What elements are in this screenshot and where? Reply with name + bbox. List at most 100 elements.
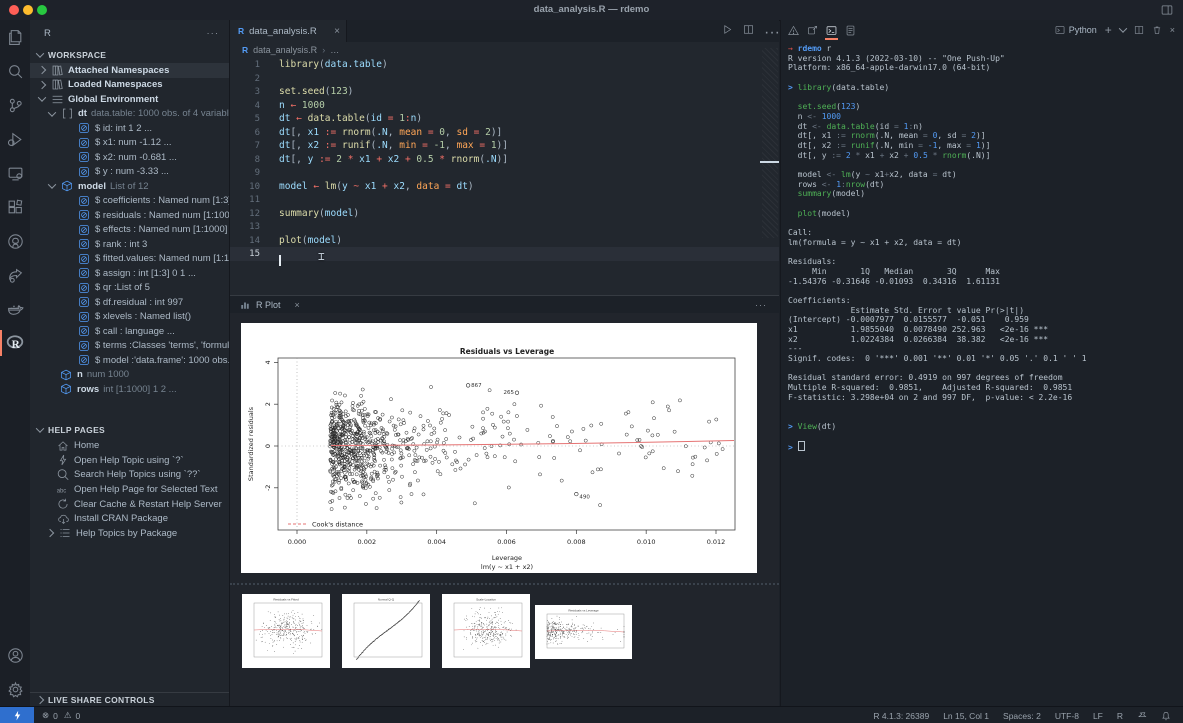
terminal-token: )] bbox=[976, 131, 986, 140]
live-share-section-header[interactable]: LIVE SHARE CONTROLS bbox=[30, 692, 229, 706]
tree-item[interactable]: $ rank : int 3 bbox=[30, 237, 229, 252]
customize-layout-icon[interactable] bbox=[1161, 4, 1173, 16]
indentation-status[interactable]: Spaces: 2 bbox=[1003, 711, 1041, 721]
cursor-position-status[interactable]: Ln 15, Col 1 bbox=[943, 711, 989, 721]
help-item[interactable]: Search Help Topics using `??` bbox=[30, 468, 229, 483]
terminal-line: → rdemo r bbox=[788, 44, 1183, 54]
help-pages-section-header[interactable]: HELP PAGES bbox=[30, 422, 229, 439]
tree-item[interactable]: $ effects : Named num [1:1000] -1.... bbox=[30, 223, 229, 238]
tab-close-icon[interactable]: × bbox=[334, 26, 340, 37]
plot-thumbnail-2[interactable]: Normal Q-Q bbox=[342, 594, 430, 668]
tree-item[interactable]: $ model :'data.frame': 1000 obs. of... bbox=[30, 353, 229, 368]
terminal-line bbox=[788, 92, 1183, 102]
activity-search-icon[interactable] bbox=[0, 54, 30, 88]
code-token: lm bbox=[325, 181, 336, 192]
breadcrumb[interactable]: R data_analysis.R › … bbox=[230, 42, 779, 58]
output-icon[interactable] bbox=[845, 25, 856, 36]
tree-item[interactable]: $ x1: num -1.12 ... bbox=[30, 136, 229, 151]
tree-item[interactable]: $ coefficients : Named num [1:3] -0... bbox=[30, 194, 229, 209]
split-terminal-icon[interactable] bbox=[1134, 25, 1144, 35]
help-item[interactable]: Install CRAN Package bbox=[30, 511, 229, 526]
chevron-down-icon bbox=[36, 49, 44, 57]
residuals-vs-leverage-plot[interactable]: Residuals vs Leverage0.0000.0020.0040.00… bbox=[241, 323, 757, 573]
terminal-tab-python[interactable]: Python bbox=[1055, 25, 1097, 35]
tree-item[interactable]: modelList of 12 bbox=[30, 179, 229, 194]
breadcrumb-more[interactable]: … bbox=[330, 45, 339, 55]
activity-remote-explorer-icon[interactable] bbox=[0, 156, 30, 190]
plot-thumbnail-1[interactable]: Residuals vs Fitted bbox=[242, 594, 330, 668]
tree-item[interactable]: $ call : language ... bbox=[30, 324, 229, 339]
tree-item[interactable]: $ x2: num -0.681 ... bbox=[30, 150, 229, 165]
help-item[interactable]: Open Help Topic using `?` bbox=[30, 453, 229, 468]
ports-icon[interactable] bbox=[807, 25, 818, 36]
r-session-status[interactable]: R 4.1.3: 26389 bbox=[873, 711, 929, 721]
tree-item[interactable]: Loaded Namespaces bbox=[30, 78, 229, 93]
activity-bar: R bbox=[0, 20, 30, 706]
tree-item[interactable]: nnum 1000 bbox=[30, 368, 229, 383]
activity-github-icon[interactable] bbox=[0, 224, 30, 258]
tree-item[interactable]: $ assign : int [1:3] 0 1 ... bbox=[30, 266, 229, 281]
help-item[interactable]: Home bbox=[30, 439, 229, 454]
line-number: 7 bbox=[230, 140, 260, 154]
language-mode-status[interactable]: R bbox=[1117, 711, 1123, 721]
tree-item[interactable]: $ id: int 1 2 ... bbox=[30, 121, 229, 136]
problems-status[interactable]: ⊗0 ⚠0 bbox=[42, 710, 80, 721]
activity-explorer-icon[interactable] bbox=[0, 20, 30, 54]
new-terminal-icon[interactable]: + bbox=[1105, 23, 1112, 37]
tree-item[interactable]: $ qr :List of 5 bbox=[30, 281, 229, 296]
editor-overview-ruler[interactable] bbox=[762, 48, 778, 238]
plot-thumbnail-4[interactable]: Residuals vs Leverage bbox=[535, 605, 632, 659]
tree-item[interactable]: $ df.residual : int 997 bbox=[30, 295, 229, 310]
plot-panel-tab-label[interactable]: R Plot bbox=[256, 300, 281, 310]
activity-source-control-icon[interactable] bbox=[0, 88, 30, 122]
terminal-icon[interactable] bbox=[826, 25, 837, 36]
help-item[interactable]: abcOpen Help Page for Selected Text bbox=[30, 482, 229, 497]
tree-item[interactable]: rowsint [1:1000] 1 2 ... bbox=[30, 382, 229, 397]
tree-item[interactable]: $ xlevels : Named list() bbox=[30, 310, 229, 325]
terminal-token: rnorm bbox=[942, 151, 966, 160]
tree-item-name: $ xlevels : Named list() bbox=[95, 311, 191, 322]
activity-docker-icon[interactable] bbox=[0, 292, 30, 326]
r-file-icon: R bbox=[242, 45, 248, 55]
breadcrumb-file[interactable]: data_analysis.R bbox=[253, 45, 317, 55]
tab-data-analysis[interactable]: R data_analysis.R × bbox=[230, 20, 347, 42]
run-source-icon[interactable] bbox=[722, 24, 733, 42]
plot-panel-more-icon[interactable]: ··· bbox=[755, 300, 767, 310]
remote-indicator[interactable] bbox=[0, 707, 34, 723]
terminal-output[interactable]: → rdemo rR version 4.1.3 (2022-03-10) --… bbox=[788, 44, 1183, 464]
activity-run-debug-icon[interactable] bbox=[0, 122, 30, 156]
workspace-section-header[interactable]: WORKSPACE bbox=[30, 46, 229, 63]
close-panel-icon[interactable]: × bbox=[1170, 25, 1175, 35]
activity-extensions-icon[interactable] bbox=[0, 190, 30, 224]
plot-thumbnail-3[interactable]: Scale-Location bbox=[442, 594, 530, 668]
help-item[interactable]: Help Topics by Package bbox=[30, 526, 229, 541]
tree-item[interactable]: dtdata.table: 1000 obs. of 4 variables bbox=[30, 107, 229, 122]
tree-item[interactable]: $ y : num -3.33 ... bbox=[30, 165, 229, 180]
activity-live-share-icon[interactable] bbox=[0, 258, 30, 292]
sidebar-more-actions-icon[interactable]: ··· bbox=[207, 28, 220, 39]
split-editor-icon[interactable] bbox=[743, 24, 754, 42]
kill-terminal-icon[interactable] bbox=[1152, 25, 1162, 35]
eol-status[interactable]: LF bbox=[1093, 711, 1103, 721]
tree-item[interactable]: Global Environment bbox=[30, 92, 229, 107]
code-token: set.seed bbox=[279, 86, 325, 97]
code-token: := bbox=[313, 154, 336, 165]
code-token: ← bbox=[308, 181, 325, 192]
help-item[interactable]: Clear Cache & Restart Help Server bbox=[30, 497, 229, 512]
tree-item[interactable]: $ fitted.values: Named num [1:1000... bbox=[30, 252, 229, 267]
feedback-icon[interactable] bbox=[1137, 711, 1147, 721]
problems-icon[interactable] bbox=[788, 25, 799, 36]
activity-account-icon[interactable] bbox=[0, 638, 30, 672]
plot-panel-close-icon[interactable]: × bbox=[295, 300, 300, 310]
encoding-status[interactable]: UTF-8 bbox=[1055, 711, 1079, 721]
terminal-token: (dt) bbox=[817, 422, 836, 431]
code-editor[interactable]: 1library(data.table)23set.seed(123)4n ← … bbox=[230, 58, 779, 295]
notifications-bell-icon[interactable] bbox=[1161, 711, 1171, 721]
activity-settings-icon[interactable] bbox=[0, 672, 30, 706]
activity-r-tools-icon[interactable]: R bbox=[0, 326, 30, 360]
tree-item[interactable]: Attached Namespaces bbox=[30, 63, 229, 78]
tree-item[interactable]: $ residuals : Named num [1:1000] -... bbox=[30, 208, 229, 223]
more-actions-icon[interactable]: ··· bbox=[764, 24, 780, 42]
terminal-dropdown-icon[interactable] bbox=[1118, 24, 1126, 32]
tree-item[interactable]: $ terms :Classes 'terms', 'formula' l... bbox=[30, 339, 229, 354]
